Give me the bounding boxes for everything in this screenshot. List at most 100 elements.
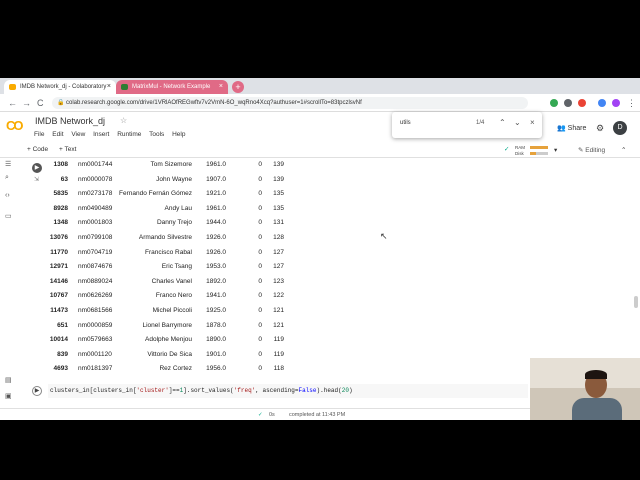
cluster-value: 0 bbox=[258, 336, 262, 344]
actor-id: nm0799108 bbox=[78, 234, 113, 241]
status-time: 0s bbox=[269, 412, 275, 418]
menu-tools[interactable]: Tools bbox=[149, 131, 164, 138]
disk-usage-bar bbox=[530, 152, 548, 155]
menu-runtime[interactable]: Runtime bbox=[117, 131, 141, 138]
freq-value: 128 bbox=[273, 234, 284, 241]
colab-logo[interactable]: CO bbox=[6, 118, 23, 133]
find-prev-icon[interactable]: ⌃ bbox=[499, 118, 506, 127]
browser-menu-icon[interactable]: ⋮ bbox=[627, 97, 636, 109]
gear-icon[interactable]: ⚙ bbox=[596, 123, 604, 134]
code-number: 20 bbox=[341, 387, 349, 394]
files-icon[interactable]: ▭ bbox=[5, 212, 12, 220]
extension-icon[interactable] bbox=[598, 99, 606, 107]
browser-tab-matrixmul[interactable]: MatrixMul - Network Example × bbox=[116, 80, 228, 94]
share-label: Share bbox=[567, 125, 587, 132]
reload-icon[interactable]: C bbox=[37, 97, 44, 109]
row-index: 12971 bbox=[49, 263, 68, 271]
connected-check-icon: ✓ bbox=[504, 146, 510, 153]
collapse-icon[interactable]: ⌃ bbox=[621, 146, 626, 154]
row-index: 839 bbox=[57, 350, 68, 358]
back-icon[interactable]: ← bbox=[8, 97, 17, 109]
ram-usage-bar bbox=[530, 146, 548, 149]
scrollbar-thumb[interactable] bbox=[634, 296, 638, 308]
table-row: 10767 nm0626269 Franco Nero 1941.0 0 122 bbox=[44, 289, 294, 304]
freq-value: 127 bbox=[273, 248, 284, 256]
freq-value: 118 bbox=[273, 365, 284, 373]
extension-icon[interactable] bbox=[550, 99, 558, 107]
find-count: 1/4 bbox=[476, 120, 485, 126]
search-icon[interactable]: ⌕ bbox=[5, 174, 9, 182]
tab-close-icon[interactable]: × bbox=[219, 80, 223, 94]
find-next-icon[interactable]: ⌄ bbox=[514, 118, 521, 127]
lock-icon: 🔒 bbox=[57, 100, 65, 106]
actor-name: Andy Lau bbox=[164, 204, 192, 212]
extension-icon[interactable] bbox=[564, 99, 572, 107]
birth-year: 1926.0 bbox=[206, 234, 226, 241]
notebook-title[interactable]: IMDB Network_dj bbox=[35, 116, 105, 126]
tab-label: IMDB Network_dj - Colaboratory bbox=[20, 84, 107, 90]
toc-icon[interactable]: ☰ bbox=[5, 160, 11, 168]
freq-value: 139 bbox=[273, 161, 284, 168]
row-index: 13076 bbox=[49, 234, 68, 241]
table-row: 11770 nm0704719 Francisco Rabal 1926.0 0 127 bbox=[44, 246, 294, 261]
menu-edit[interactable]: Edit bbox=[52, 131, 63, 138]
row-index: 10014 bbox=[49, 336, 68, 344]
find-input[interactable]: utils bbox=[400, 120, 411, 126]
actor-id: nm0001744 bbox=[78, 161, 113, 168]
runtime-dropdown-icon[interactable]: ▾ bbox=[554, 146, 557, 154]
share-button[interactable]: 👥 Share bbox=[557, 124, 586, 132]
code-cell[interactable]: clusters_in[clusters_in['cluster']==1].s… bbox=[48, 384, 528, 398]
forward-icon[interactable]: → bbox=[22, 97, 31, 109]
editing-mode-button[interactable]: ✎ Editing bbox=[578, 146, 605, 154]
add-code-button[interactable]: + Code bbox=[27, 146, 48, 153]
actor-id: nm0889024 bbox=[78, 277, 113, 285]
profile-icon[interactable] bbox=[612, 99, 620, 107]
table-row: 8928 nm0490489 Andy Lau 1961.0 0 135 bbox=[44, 202, 294, 217]
actor-id: nm0579663 bbox=[78, 336, 113, 344]
actor-id: nm0181397 bbox=[78, 365, 113, 373]
command-palette-icon[interactable]: ▤ bbox=[5, 376, 12, 384]
freq-value: 123 bbox=[273, 277, 284, 285]
output-icon[interactable]: ⇲ bbox=[34, 176, 39, 183]
row-index: 14146 bbox=[49, 277, 68, 285]
actor-name: Charles Vanel bbox=[151, 277, 192, 285]
star-icon[interactable]: ☆ bbox=[120, 116, 127, 125]
browser-tab-colab[interactable]: IMDB Network_dj - Colaboratory × bbox=[4, 80, 116, 94]
disk-label: Disk bbox=[515, 151, 524, 156]
code-keyword: False bbox=[298, 387, 317, 394]
row-index: 63 bbox=[60, 175, 68, 183]
notebook-toolbar: + Code + Text ✓ RAM Disk ▾ ✎ Editing ⌃ bbox=[0, 144, 640, 158]
menu-file[interactable]: File bbox=[34, 131, 44, 138]
actor-id: nm0000859 bbox=[78, 321, 113, 329]
add-text-button[interactable]: + Text bbox=[59, 146, 76, 153]
cluster-value: 0 bbox=[258, 350, 262, 358]
table-row: 12971 nm0874676 Eric Tsang 1953.0 0 127 bbox=[44, 260, 294, 275]
menu-view[interactable]: View bbox=[71, 131, 85, 138]
cluster-value: 0 bbox=[258, 175, 262, 183]
new-tab-button[interactable]: + bbox=[232, 81, 244, 93]
code-text: , ascending= bbox=[255, 387, 299, 394]
menu-help[interactable]: Help bbox=[172, 131, 185, 138]
ram-disk-label[interactable]: RAM Disk bbox=[515, 145, 525, 157]
birth-year: 1907.0 bbox=[206, 175, 226, 183]
cluster-value: 0 bbox=[258, 292, 262, 300]
freq-value: 127 bbox=[273, 263, 284, 271]
code-snippets-icon[interactable]: ‹› bbox=[5, 192, 10, 199]
menu-insert[interactable]: Insert bbox=[93, 131, 109, 138]
extension-icon[interactable] bbox=[578, 99, 586, 107]
tab-close-icon[interactable]: × bbox=[107, 80, 111, 94]
row-index: 11770 bbox=[50, 248, 68, 256]
find-bar: utils 1/4 ⌃ ⌄ × bbox=[392, 112, 542, 138]
terminal-icon[interactable]: ▣ bbox=[5, 392, 12, 400]
actor-id: nm0273178 bbox=[78, 190, 113, 198]
tab-label: MatrixMul - Network Example bbox=[132, 84, 211, 90]
left-sidebar: ☰ ⌕ ‹› ▭ ▤ ▣ bbox=[0, 160, 18, 400]
table-row: 13076 nm0799108 Armando Silvestre 1926.0 0 12… bbox=[44, 231, 294, 246]
address-bar[interactable]: 🔒 colab.research.google.com/drive/1VRlAO… bbox=[52, 97, 528, 109]
actor-name: Tom Sizemore bbox=[150, 161, 192, 168]
find-close-icon[interactable]: × bbox=[530, 118, 535, 127]
run-cell-button[interactable]: ▶ bbox=[32, 163, 42, 173]
run-cell-button[interactable]: ▶ bbox=[32, 386, 42, 396]
colab-favicon-icon bbox=[9, 84, 16, 90]
avatar[interactable]: D bbox=[613, 121, 627, 135]
